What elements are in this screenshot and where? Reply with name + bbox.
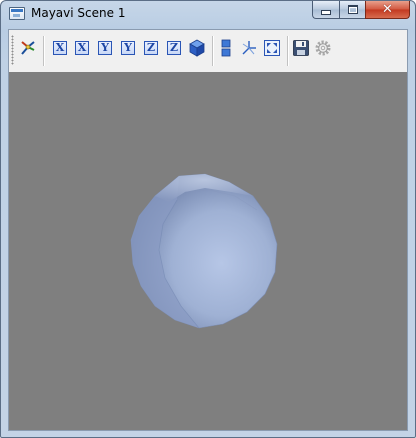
toggle-axes-icon — [242, 41, 256, 55]
save-icon — [293, 40, 309, 56]
scene-viewport[interactable] — [9, 72, 407, 430]
parallel-projection-button[interactable] — [217, 39, 235, 57]
toolbar-grip[interactable] — [11, 35, 14, 65]
view-y-minus-icon: Y — [98, 41, 112, 55]
window-title: Mayavi Scene 1 — [31, 6, 126, 20]
view-x-plus-button[interactable]: X — [73, 39, 91, 57]
full-screen-icon — [264, 40, 280, 56]
window-client-area: X X Y Y Z Z — [8, 29, 408, 431]
close-button[interactable]: ✕ — [365, 1, 410, 19]
window-app-icon[interactable] — [9, 7, 25, 20]
toolbar-separator — [43, 36, 45, 66]
view-y-plus-icon: Y — [121, 41, 135, 55]
minimize-icon — [321, 10, 331, 15]
save-button[interactable] — [292, 39, 310, 57]
toolbar-separator — [212, 36, 214, 66]
parallel-projection-icon — [221, 39, 231, 57]
configure-scene-button[interactable] — [314, 39, 332, 57]
view-z-minus-button[interactable]: Z — [142, 39, 160, 57]
view-z-plus-button[interactable]: Z — [165, 39, 183, 57]
scene-toolbar: X X Y Y Z Z — [9, 30, 407, 70]
view-z-minus-icon: Z — [144, 41, 158, 55]
full-screen-button[interactable] — [263, 39, 281, 57]
isometric-view-icon — [189, 39, 205, 57]
view-y-plus-button[interactable]: Y — [119, 39, 137, 57]
mayavi-window: Mayavi Scene 1 ✕ X X Y Y Z Z — [0, 0, 416, 438]
toggle-axes-button[interactable] — [240, 39, 258, 57]
title-bar[interactable]: Mayavi Scene 1 ✕ — [1, 1, 415, 27]
view-y-minus-button[interactable]: Y — [96, 39, 114, 57]
mayavi-pipeline-button[interactable] — [19, 39, 37, 57]
isometric-view-button[interactable] — [188, 39, 206, 57]
window-controls: ✕ — [312, 1, 410, 20]
view-x-minus-button[interactable]: X — [51, 39, 69, 57]
view-x-minus-icon: X — [53, 41, 67, 55]
close-icon: ✕ — [382, 2, 393, 17]
maximize-icon — [347, 5, 358, 14]
configure-scene-icon — [315, 40, 331, 56]
view-x-plus-icon: X — [75, 41, 89, 55]
sphere-render — [130, 173, 278, 329]
toolbar-separator — [287, 36, 289, 66]
mayavi-pipeline-icon — [21, 41, 35, 55]
maximize-button[interactable] — [339, 1, 365, 19]
minimize-button[interactable] — [312, 1, 339, 19]
view-z-plus-icon: Z — [167, 41, 181, 55]
